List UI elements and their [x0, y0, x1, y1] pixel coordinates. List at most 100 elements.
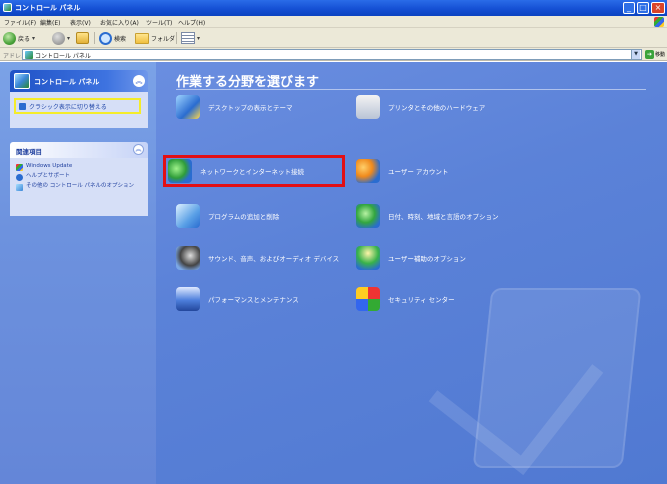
category-label: ネットワークとインターネット接続: [200, 168, 304, 176]
sounds-audio-icon: [176, 246, 200, 270]
search-label: 検索: [114, 35, 127, 43]
control-panel-task-body: クラシック表示に切り替える: [10, 92, 148, 128]
up-folder-button[interactable]: [76, 31, 89, 45]
see-also-other-options[interactable]: その他の コントロール パネルのオプション: [16, 183, 148, 191]
control-panel-icon: [25, 51, 33, 59]
see-also-windows-update[interactable]: Windows Update: [16, 163, 148, 171]
windows-update-icon: [16, 164, 23, 171]
back-label: 戻る: [18, 35, 31, 43]
category-user-accounts[interactable]: ユーザー アカウント: [356, 157, 448, 185]
views-icon: [181, 32, 195, 44]
address-input[interactable]: コントロール パネル ▼: [22, 49, 642, 60]
go-label: 移動: [654, 52, 665, 58]
see-also-body: Windows Update ヘルプとサポート その他の コントロール パネルの…: [10, 158, 148, 216]
chevron-down-icon: ▾: [197, 34, 201, 42]
menu-edit[interactable]: 編集(E): [40, 18, 60, 27]
toolbar-divider: [94, 32, 95, 44]
see-also-title: 関連項目: [16, 148, 42, 156]
switch-view-icon: [19, 102, 26, 110]
menu-file[interactable]: ファイル(F): [4, 18, 36, 27]
task-box-title: コントロール パネル: [34, 78, 100, 86]
folders-label: フォルダ: [151, 35, 176, 43]
control-panel-icon: [14, 73, 30, 89]
performance-maintenance-icon: [176, 287, 200, 311]
switch-view-label: クラシック表示に切り替える: [29, 103, 107, 111]
search-icon: [99, 31, 112, 45]
forward-button[interactable]: ▾: [52, 31, 70, 45]
forward-arrow-icon: [52, 31, 65, 45]
menu-help[interactable]: ヘルプ(H): [178, 18, 205, 27]
printers-hardware-icon: [356, 95, 380, 119]
title-bar: コントロール パネル _ □ ×: [0, 0, 667, 16]
see-also-label: ヘルプとサポート: [26, 173, 71, 179]
go-arrow-icon: ➔: [645, 50, 654, 59]
accessibility-icon: [356, 246, 380, 270]
see-also-label: その他の コントロール パネルのオプション: [26, 183, 134, 189]
address-value: コントロール パネル: [35, 53, 91, 60]
menu-bar: ファイル(F) 編集(E) 表示(V) お気に入り(A) ツール(T) ヘルプ(…: [0, 16, 667, 28]
control-panel-icon: [16, 184, 23, 191]
views-button[interactable]: ▾: [181, 31, 200, 45]
pick-category-heading: 作業する分野を選びます: [176, 75, 320, 90]
up-folder-icon: [76, 32, 89, 44]
minimize-button[interactable]: _: [623, 2, 635, 14]
windows-logo-icon: [654, 17, 664, 27]
back-arrow-icon: [3, 31, 16, 45]
menu-favorites[interactable]: お気に入り(A): [100, 18, 139, 27]
folders-button[interactable]: フォルダ: [135, 31, 175, 45]
date-time-language-icon: [356, 204, 380, 228]
user-accounts-icon: [356, 159, 380, 183]
toolbar: 戻る ▾ ▾ 検索 フォルダ ▾: [0, 28, 667, 48]
network-internet-icon: [168, 159, 192, 183]
folder-icon: [135, 32, 149, 44]
search-button[interactable]: 検索: [99, 31, 126, 45]
see-also-label: Windows Update: [26, 163, 73, 169]
category-date-time-language[interactable]: 日付、時刻、地域と言語のオプション: [356, 202, 499, 230]
chevron-down-icon: ▾: [32, 34, 36, 42]
see-also-task-box: 関連項目 ︽ Windows Update ヘルプとサポート その他の コントロ…: [10, 142, 148, 216]
maximize-button[interactable]: □: [637, 2, 649, 14]
category-accessibility[interactable]: ユーザー補助のオプション: [356, 244, 466, 272]
toolbar-divider: [176, 32, 177, 44]
heading-divider: [176, 89, 646, 90]
category-label: 日付、時刻、地域と言語のオプション: [388, 213, 499, 221]
category-security-center[interactable]: セキュリティ センター: [356, 285, 455, 313]
category-add-remove-programs[interactable]: プログラムの追加と削除: [176, 202, 279, 230]
window-title: コントロール パネル: [15, 4, 81, 12]
switch-to-classic-view-link[interactable]: クラシック表示に切り替える: [14, 98, 141, 114]
category-printers-hardware[interactable]: プリンタとその他のハードウェア: [356, 93, 485, 121]
help-icon: [16, 174, 23, 181]
collapse-chevron-icon[interactable]: ︽: [133, 75, 145, 87]
category-label: デスクトップの表示とテーマ: [208, 104, 293, 112]
back-button[interactable]: 戻る ▾: [3, 31, 35, 45]
control-panel-task-header[interactable]: コントロール パネル ︽: [10, 70, 148, 92]
category-label: サウンド、音声、およびオーディオ デバイス: [208, 255, 340, 263]
chevron-down-icon: ▾: [67, 34, 71, 42]
chevron-down-icon[interactable]: ▼: [631, 50, 640, 59]
address-bar: アドレス(D) コントロール パネル ▼ ➔ 移動: [0, 48, 667, 61]
task-pane: コントロール パネル ︽ クラシック表示に切り替える 関連項目 ︽ Window…: [0, 62, 156, 484]
see-also-help-support[interactable]: ヘルプとサポート: [16, 173, 148, 181]
category-label: パフォーマンスとメンテナンス: [208, 296, 299, 304]
appearance-themes-icon: [176, 95, 200, 119]
category-network-internet[interactable]: ネットワークとインターネット接続: [163, 155, 345, 187]
category-label: セキュリティ センター: [388, 296, 455, 304]
see-also-header[interactable]: 関連項目 ︽: [10, 142, 148, 158]
category-label: ユーザー アカウント: [388, 168, 449, 176]
add-remove-programs-icon: [176, 204, 200, 228]
security-shield-icon: [356, 287, 380, 311]
control-panel-icon: [3, 3, 12, 12]
close-button[interactable]: ×: [651, 2, 665, 14]
category-label: プログラムの追加と削除: [208, 213, 280, 221]
category-performance-maintenance[interactable]: パフォーマンスとメンテナンス: [176, 285, 299, 313]
category-sounds-audio[interactable]: サウンド、音声、およびオーディオ デバイス: [176, 244, 339, 272]
control-panel-task-box: コントロール パネル ︽ クラシック表示に切り替える: [10, 70, 148, 128]
go-button[interactable]: ➔ 移動: [645, 49, 665, 60]
menu-tools[interactable]: ツール(T): [146, 18, 172, 27]
category-appearance-themes[interactable]: デスクトップの表示とテーマ: [176, 93, 293, 121]
menu-view[interactable]: 表示(V): [70, 18, 91, 27]
category-pane: 作業する分野を選びます デスクトップの表示とテーマ プリンタとその他のハードウェ…: [156, 62, 667, 484]
collapse-chevron-icon[interactable]: ︽: [133, 144, 144, 155]
category-label: ユーザー補助のオプション: [388, 255, 466, 263]
category-label: プリンタとその他のハードウェア: [388, 104, 486, 112]
